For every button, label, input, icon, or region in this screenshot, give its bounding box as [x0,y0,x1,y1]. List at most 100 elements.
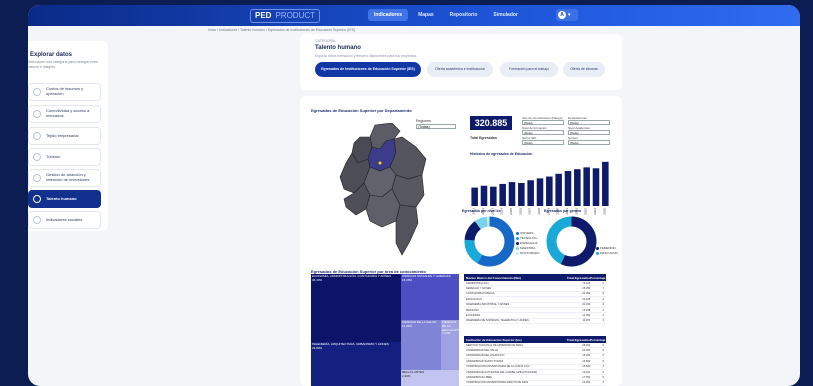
sidebar-item-inversiones[interactable]: Gestión de atracción y retención de inve… [28,169,101,187]
sidebar-item-label: Tejido empresarial [46,132,79,138]
user-menu[interactable]: A ▾ [556,9,578,21]
logo-primary: PED [255,11,272,20]
sidebar-item-label: Conectividad y acceso a mercados [46,108,90,118]
treemap-cell-pct: 16,38% [402,277,413,282]
column-header[interactable]: Institución de Educación Superior (Ies) [464,338,560,342]
filter-genero[interactable]: Género (Todo) [568,136,610,145]
bar-2023[interactable] [583,167,590,206]
legend-item: MASCULINO [596,251,618,255]
sidebar-item-label: Costos de insumos y operación [46,86,84,96]
colombia-map[interactable] [330,123,430,258]
bar-2017[interactable] [527,180,534,206]
filter-select[interactable]: (Todo) [568,130,610,135]
bar-2013[interactable] [490,186,497,206]
sidebar-item-label: Talento humano [46,195,77,201]
donut-nivel-chart [464,216,515,267]
area-conocimiento-treemap: ECONOMÍA, ADMINISTRACIÓN, CONTADURÍA Y A… [311,274,459,386]
sidebar-item-turismo[interactable]: Turismo [28,148,101,166]
filter-select[interactable]: (Todo) [522,120,564,125]
app-logo[interactable]: PED PRODUCT [250,9,321,23]
bar-2022[interactable] [574,169,581,206]
bar-2020[interactable] [555,173,562,206]
nav-simulador[interactable]: Simulador [487,9,523,21]
sidebar-item-tejido[interactable]: Tejido empresarial [28,127,101,145]
column-header[interactable]: Porcentaje [590,338,606,342]
filter-nivel-academico[interactable]: Nivel Académico (Todo) [568,126,610,135]
nav-repositorio[interactable]: Repositorio [444,9,484,21]
bar-tick-label: 2016 [518,208,522,215]
sidebar-item-conectividad[interactable]: Conectividad y acceso a mercados [28,105,101,123]
bar-2016[interactable] [518,183,525,206]
map-region-amazon[interactable] [395,204,419,256]
pill-formacion-trabajo[interactable]: Formación para el trabajo [500,62,558,77]
donut-genero-title: Egresados por género [544,209,582,213]
legend-label: TECNOLÓG... [520,236,540,240]
legend-item: MAESTRÍA [516,246,535,250]
nav-indicadores[interactable]: Indicadores [368,9,409,21]
bar-chart-title: Histórico de egresados de Educación [470,152,533,156]
filter-select[interactable]: (Todo) [568,120,610,125]
pill-oferta-idiomas[interactable]: Oferta de idiomas [563,62,605,77]
filter-sector[interactable]: Sector IES (Todo) [522,136,564,145]
legend-swatch [596,246,599,250]
bar-tick-label: 2018 [537,208,541,215]
treemap-cell[interactable]: ECONOMÍA, ADMINISTRACIÓN, CONTADURÍA Y A… [311,274,401,342]
table-row[interactable]: INGENIERÍA DE SISTEMAS, TELEMÁTICA Y AFI… [464,319,606,325]
nav-mapas[interactable]: Mapas [412,9,440,21]
top-navbar: PED PRODUCT Indicadores Mapas Repositori… [28,5,800,26]
filter-nivel-formacion[interactable]: Nivel de formación (Todo) [522,126,564,135]
bar-2025[interactable] [602,161,609,206]
sidebar-item-costos[interactable]: Costos de insumos y operación [28,83,101,101]
legend-item: FEMENINO [596,246,616,250]
table-header: Núcleo Básico del Conocimiento (Nbc) Tota… [464,274,606,281]
sidebar-subtitle: Seleccione una categoría para navegar en… [28,60,99,69]
legend-label: MASCULINO [600,251,618,255]
dashboard-embed: Egresados de Educación Superior por Depa… [300,96,622,386]
filter-select[interactable]: (Todo) [522,140,564,145]
column-header[interactable]: Núcleo Básico del Conocimiento (Nbc) [464,276,560,280]
sidebar-item-label: Turismo [46,153,61,159]
legend-item: DOCTORADO [516,251,539,255]
treemap-cell[interactable]: CIENCIAS DE LA EDUCACIÓN 7,14% [441,320,459,370]
column-header[interactable]: Porcentaje [590,276,606,280]
donut-nivel-title: Egresados por nivel de [462,209,501,213]
legend-swatch [516,246,519,250]
plane-icon [33,153,41,161]
bar-2021[interactable] [564,171,572,206]
treemap-cell[interactable]: CIENCIAS DE LA SALUD 11,29% [401,320,441,370]
treemap-cell-pct: 11,29% [402,323,412,328]
category-description: Explora datos formación y empleo disponi… [315,54,418,58]
filter-anio[interactable]: Año de Conocimiento (Rango) (Todo) [522,116,564,125]
map-region-east[interactable] [389,136,427,180]
treemap-cell[interactable]: BELLAS ARTES 2,30% [401,370,459,386]
app-frame: PED PRODUCT Indicadores Mapas Repositori… [28,5,800,386]
column-header[interactable]: Total Egresados [560,276,590,280]
legend-swatch [596,251,599,255]
sidebar-item-sociales[interactable]: Indicadores sociales [28,211,101,229]
table-row[interactable]: CORPORACIÓN UNIVERSITARIA MINUTO DE DIOS… [464,381,606,386]
bar-2011[interactable] [471,187,478,206]
pill-oferta-academica[interactable]: Oferta académica e institucional [427,62,493,77]
bar-2015[interactable] [508,182,516,206]
legend-swatch [516,251,519,255]
bar-2024[interactable] [592,168,600,206]
filter-select[interactable]: (Todo) [522,130,564,135]
treemap-cell[interactable]: INGENIERÍA, ARQUITECTURA, URBANISMO Y AF… [311,342,401,386]
treemap-cell[interactable]: CIENCIAS SOCIALES Y HUMANAS 16,38% [401,274,459,320]
legend-item: UNIVERS... [516,231,536,235]
treemap-cell-pct: 2,30% [402,373,411,378]
treemap-cell-label: ECONOMÍA, ADMINISTRACIÓN, CONTADURÍA Y A… [312,274,392,278]
legend-item: TECNOLÓG... [516,236,539,240]
building-icon [33,132,41,140]
kpi-label: Total Egresados [470,136,497,140]
bar-2012[interactable] [480,185,488,206]
filter-select[interactable]: (Todo) [568,140,610,145]
filter-departamento[interactable]: Departamento (Todo) [568,116,610,125]
map-marker[interactable] [378,161,382,165]
bar-2018[interactable] [536,178,544,206]
bar-2014[interactable] [499,183,506,206]
bar-2019[interactable] [546,176,553,206]
column-header[interactable]: Total Egresados [560,338,590,342]
pill-egresados[interactable]: Egresados de Instituciones de Educación … [315,62,421,77]
sidebar-item-talento[interactable]: Talento humano [28,190,101,208]
